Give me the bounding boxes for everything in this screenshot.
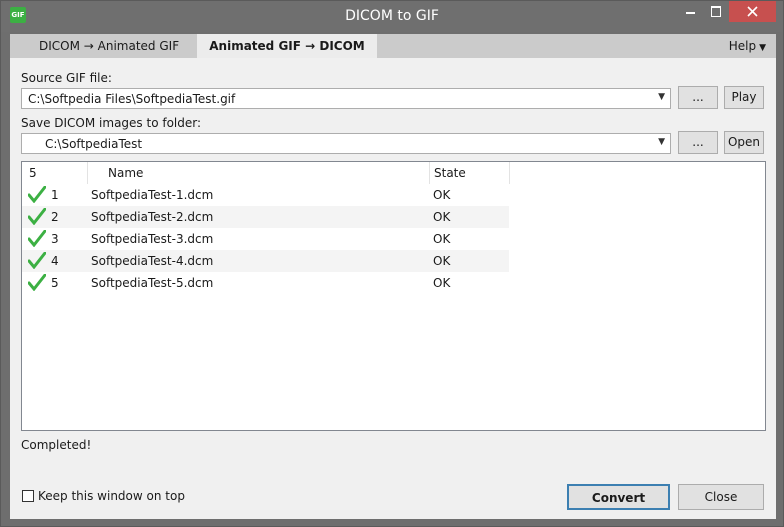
help-menu[interactable]: Help ▼ — [729, 34, 766, 58]
main-panel: Source GIF file: C:\Softpedia Files\Soft… — [10, 58, 776, 519]
row-number: 5 — [51, 276, 59, 290]
close-button[interactable]: Close — [678, 484, 764, 510]
list-row[interactable]: 5 SoftpediaTest-5.dcm OK — [22, 272, 509, 294]
results-list[interactable]: 5 Name State 1 SoftpediaTest-1.dcm OK 2 … — [21, 161, 766, 431]
tab-gif-to-dicom[interactable]: Animated GIF → DICOM — [197, 34, 377, 60]
tab-strip: DICOM → Animated GIF Animated GIF → DICO… — [10, 34, 776, 60]
maximize-button[interactable] — [703, 1, 729, 22]
row-state: OK — [433, 276, 451, 290]
row-state: OK — [433, 254, 451, 268]
source-label: Source GIF file: — [21, 71, 112, 85]
column-name-header[interactable]: Name — [88, 162, 430, 184]
chevron-down-icon: ▼ — [759, 43, 766, 53]
column-count-header[interactable]: 5 — [22, 162, 88, 184]
row-number: 3 — [51, 232, 59, 246]
dest-label: Save DICOM images to folder: — [21, 116, 202, 130]
dest-folder-value: C:\SoftpediaTest — [45, 137, 143, 151]
check-icon — [28, 186, 46, 203]
title-bar[interactable]: GIF DICOM to GIF — [1, 1, 783, 32]
play-button[interactable]: Play — [724, 86, 764, 109]
convert-button[interactable]: Convert — [567, 484, 670, 510]
row-file-name: SoftpediaTest-2.dcm — [91, 210, 214, 224]
row-state: OK — [433, 188, 451, 202]
row-file-name: SoftpediaTest-3.dcm — [91, 232, 214, 246]
list-row[interactable]: 2 SoftpediaTest-2.dcm OK — [22, 206, 509, 228]
close-icon — [747, 6, 758, 17]
check-icon — [28, 252, 46, 269]
dest-folder-combo[interactable]: C:\SoftpediaTest ▼ — [21, 133, 671, 154]
list-row[interactable]: 1 SoftpediaTest-1.dcm OK — [22, 184, 509, 206]
source-file-combo[interactable]: C:\Softpedia Files\SoftpediaTest.gif ▼ — [21, 88, 671, 109]
source-browse-button[interactable]: ... — [678, 86, 718, 109]
row-file-name: SoftpediaTest-4.dcm — [91, 254, 214, 268]
source-file-value: C:\Softpedia Files\SoftpediaTest.gif — [28, 92, 236, 106]
row-number: 2 — [51, 210, 59, 224]
app-window: GIF DICOM to GIF DICOM → Animated GIF An… — [0, 0, 784, 527]
help-label: Help — [728, 39, 757, 53]
row-file-name: SoftpediaTest-5.dcm — [91, 276, 214, 290]
keep-on-top-label: Keep this window on top — [38, 489, 185, 503]
minimize-button[interactable] — [677, 1, 703, 22]
check-icon — [28, 274, 46, 291]
column-state-header[interactable]: State — [430, 162, 510, 184]
row-state: OK — [433, 210, 451, 224]
dest-browse-button[interactable]: ... — [678, 131, 718, 154]
window-title: DICOM to GIF — [345, 8, 439, 24]
row-number: 1 — [51, 188, 59, 202]
minimize-icon — [686, 12, 695, 14]
check-icon — [28, 208, 46, 225]
chevron-down-icon: ▼ — [658, 92, 665, 102]
list-header: 5 Name State — [22, 162, 512, 184]
maximize-icon — [711, 6, 721, 17]
checkbox-box[interactable] — [22, 490, 34, 502]
chevron-down-icon: ▼ — [658, 137, 665, 147]
close-window-button[interactable] — [729, 1, 776, 22]
row-file-name: SoftpediaTest-1.dcm — [91, 188, 214, 202]
open-folder-button[interactable]: Open — [724, 131, 764, 154]
row-state: OK — [433, 232, 451, 246]
list-row[interactable]: 4 SoftpediaTest-4.dcm OK — [22, 250, 509, 272]
tab-dicom-to-gif[interactable]: DICOM → Animated GIF — [39, 34, 179, 58]
status-text: Completed! — [21, 438, 92, 452]
row-number: 4 — [51, 254, 59, 268]
list-row[interactable]: 3 SoftpediaTest-3.dcm OK — [22, 228, 509, 250]
check-icon — [28, 230, 46, 247]
